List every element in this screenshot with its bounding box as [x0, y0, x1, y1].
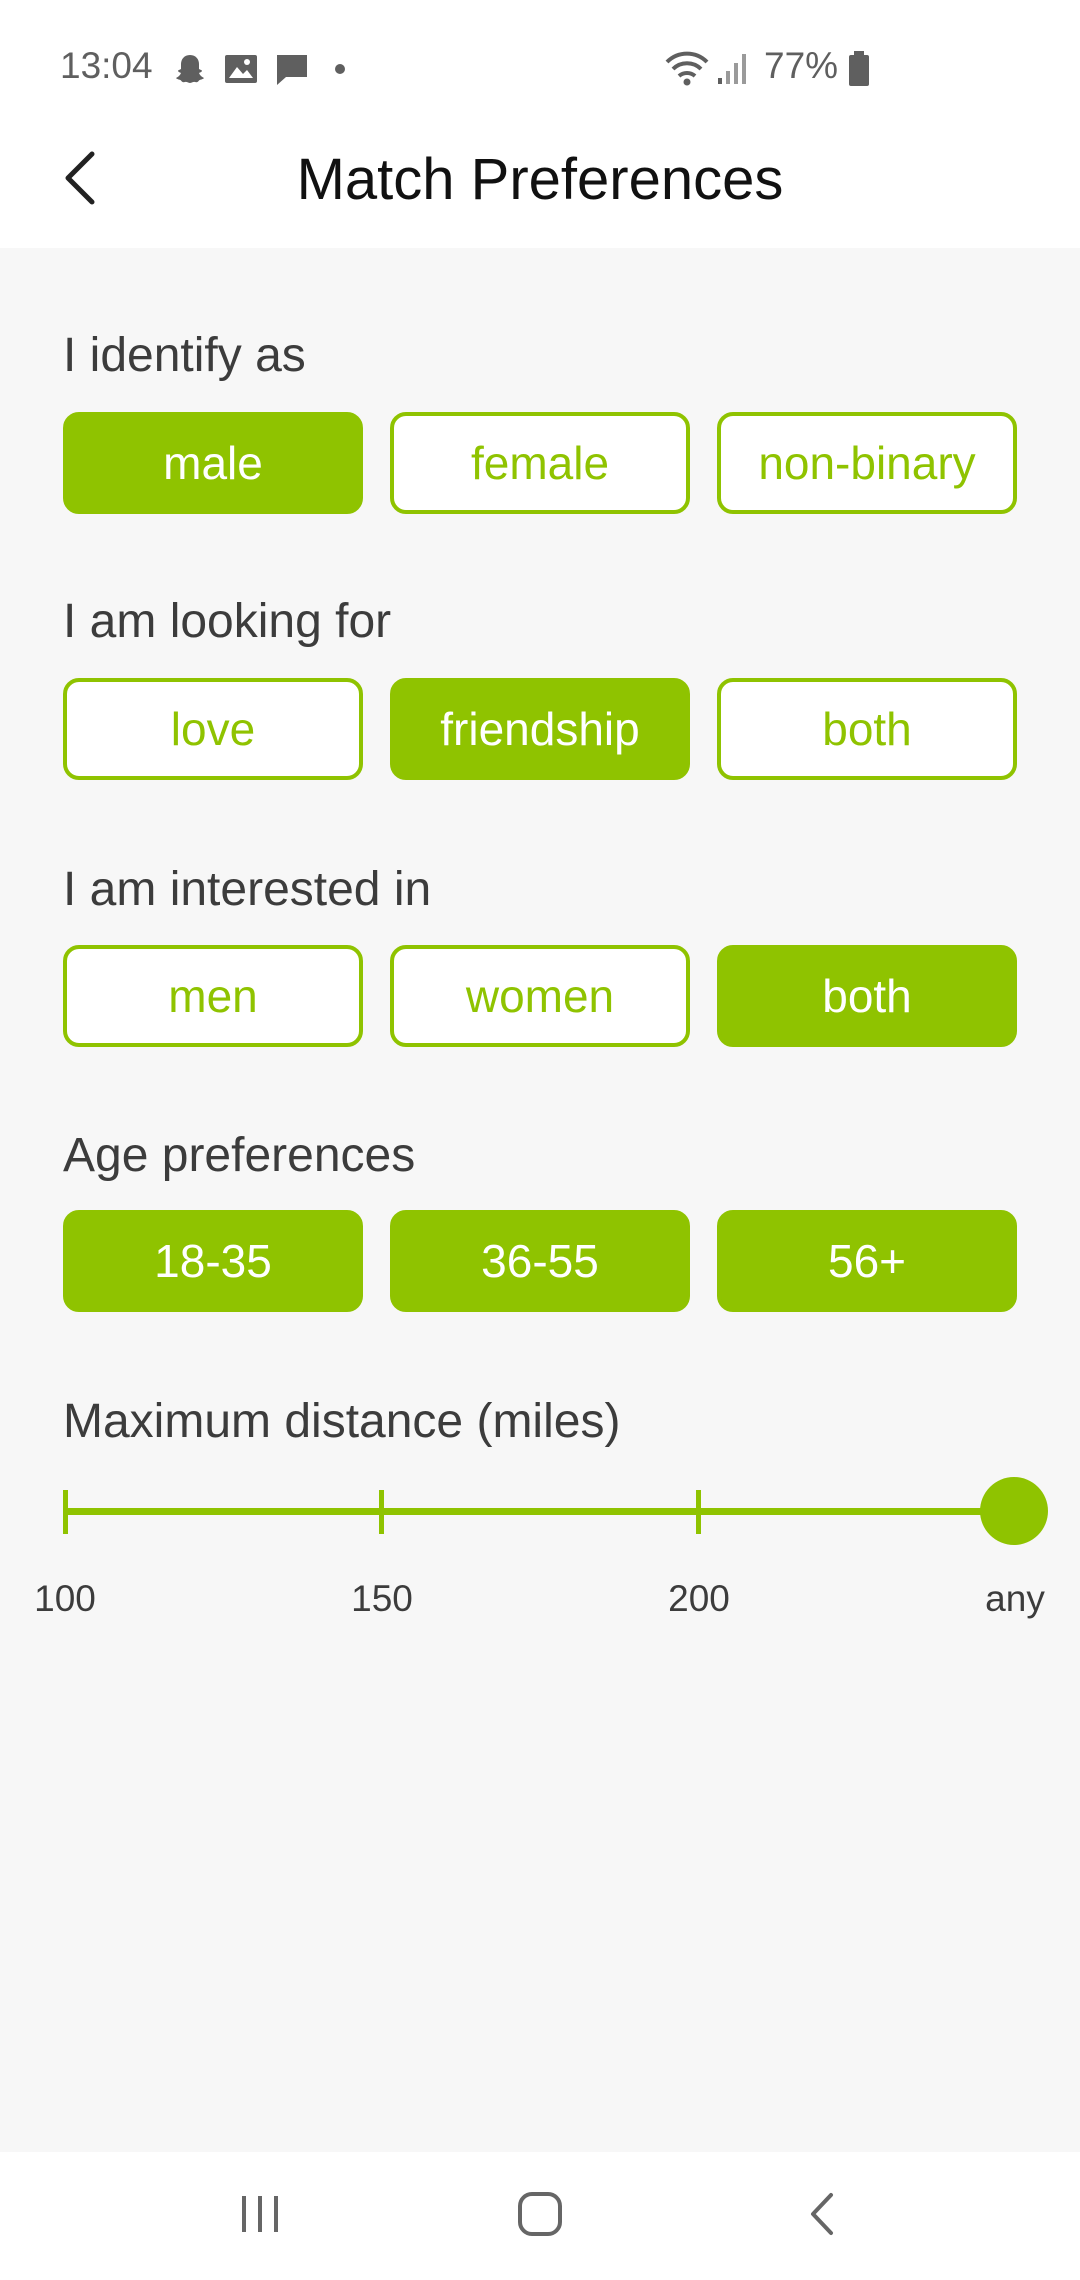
slider-thumb[interactable]: [980, 1477, 1048, 1545]
slider-tick-150: [379, 1490, 384, 1534]
page-title: Match Preferences: [296, 147, 784, 212]
age-options: 18-35 36-55 56+: [63, 1210, 1017, 1312]
snapchat-icon: [172, 52, 208, 93]
option-age-36-55[interactable]: 36-55: [390, 1210, 690, 1312]
distance-stop-150: 150: [351, 1578, 413, 1619]
slider-track: [63, 1508, 1015, 1515]
distance-label: Maximum distance (miles): [63, 1395, 621, 1448]
distance-stop-100: 100: [34, 1578, 96, 1619]
option-love[interactable]: love: [63, 678, 363, 780]
looking-for-options: love friendship both: [63, 678, 1017, 780]
battery-icon: [848, 51, 870, 92]
back-icon: [807, 2191, 837, 2242]
interested-in-options: men women both: [63, 945, 1017, 1047]
home-button[interactable]: [480, 2152, 600, 2280]
option-female[interactable]: female: [390, 412, 690, 514]
home-icon: [517, 2191, 563, 2242]
status-time: 13:04: [60, 45, 153, 86]
battery-percentage: 77%: [764, 45, 839, 86]
age-label: Age preferences: [63, 1129, 416, 1182]
interested-in-label: I am interested in: [63, 863, 432, 916]
recent-apps-button[interactable]: [200, 2152, 320, 2280]
option-non-binary[interactable]: non-binary: [717, 412, 1017, 514]
dot-icon: [334, 62, 346, 80]
slider-tick-100: [63, 1490, 68, 1534]
option-interested-both[interactable]: both: [717, 945, 1017, 1047]
signal-icon: [716, 50, 752, 91]
status-bar: 13:04 77%: [0, 0, 1080, 140]
nav-back-button[interactable]: [762, 2152, 882, 2280]
option-women[interactable]: women: [390, 945, 690, 1047]
message-icon: [274, 52, 310, 93]
looking-for-label: I am looking for: [63, 595, 392, 648]
distance-stop-any: any: [985, 1578, 1045, 1619]
distance-slider[interactable]: [63, 1477, 1048, 1545]
system-nav-bar: [0, 2152, 1080, 2280]
option-men[interactable]: men: [63, 945, 363, 1047]
identify-label: I identify as: [63, 329, 306, 382]
option-looking-both[interactable]: both: [717, 678, 1017, 780]
slider-tick-200: [696, 1490, 701, 1534]
distance-stop-200: 200: [668, 1578, 730, 1619]
wifi-icon: [664, 48, 710, 93]
image-icon: [224, 52, 258, 91]
recent-apps-icon: [238, 2194, 282, 2239]
identify-options: male female non-binary: [63, 412, 1017, 514]
option-male[interactable]: male: [63, 412, 363, 514]
option-age-18-35[interactable]: 18-35: [63, 1210, 363, 1312]
option-friendship[interactable]: friendship: [390, 678, 690, 780]
option-age-56-plus[interactable]: 56+: [717, 1210, 1017, 1312]
